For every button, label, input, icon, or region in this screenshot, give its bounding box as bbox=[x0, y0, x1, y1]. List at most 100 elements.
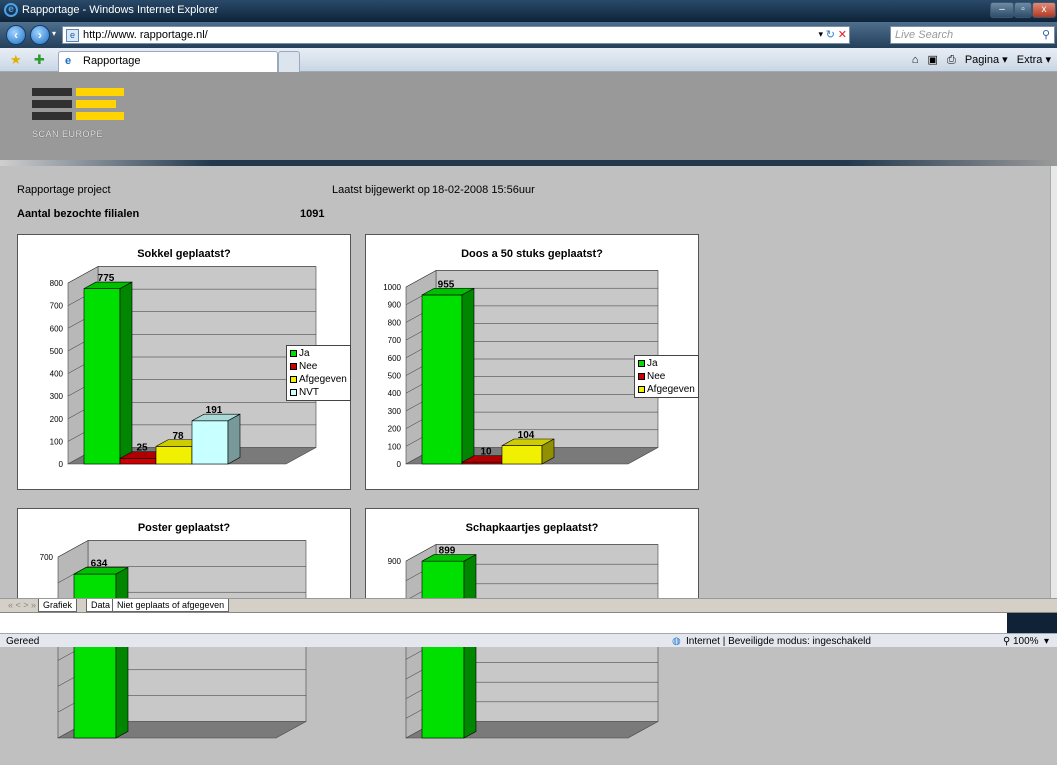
zoom-level[interactable]: 100% bbox=[1013, 636, 1039, 647]
y-tick-label: 500 bbox=[388, 372, 402, 381]
y-tick-label: 200 bbox=[50, 415, 64, 424]
bar-value-label: 78 bbox=[172, 431, 184, 442]
updated-value: 18-02-2008 15:56uur bbox=[432, 184, 535, 196]
y-tick-label: 900 bbox=[388, 301, 402, 310]
legend-label: Ja bbox=[647, 358, 658, 369]
window-title: Rapportage - Windows Internet Explorer bbox=[22, 4, 219, 16]
sheet-nav-arrows[interactable]: « < > » bbox=[8, 600, 36, 610]
window-titlebar: e Rapportage - Windows Internet Explorer… bbox=[0, 0, 1057, 22]
legend-swatch bbox=[290, 349, 297, 357]
security-zone[interactable]: Internet | Beveiligde modus: ingeschakel… bbox=[686, 636, 871, 647]
bar-value-label: 634 bbox=[91, 558, 108, 569]
y-tick-label: 1000 bbox=[383, 283, 401, 292]
legend-swatch bbox=[638, 372, 645, 380]
address-bar-row: ‹ › ▾ e http://www. rapportage.nl/ ▾ ↻ ✕… bbox=[0, 22, 1057, 48]
status-text: Gereed bbox=[6, 636, 40, 647]
address-input[interactable]: e http://www. rapportage.nl/ ▾ ↻ ✕ bbox=[62, 26, 850, 44]
visited-label: Aantal bezochte filialen bbox=[17, 208, 140, 220]
legend-label: Nee bbox=[647, 371, 666, 382]
sheet-tab-niet-geplaatst[interactable]: Niet geplaats of afgegeven bbox=[112, 599, 230, 612]
zoom-dropdown-icon[interactable]: ▾ bbox=[1044, 636, 1049, 647]
legend-label: Afgegeven bbox=[299, 374, 347, 385]
legend-item: Ja bbox=[290, 347, 347, 360]
y-tick-label: 700 bbox=[40, 553, 54, 562]
bar-nvt bbox=[191, 413, 241, 465]
legend-swatch bbox=[290, 375, 297, 383]
report-content: Rapportage project Laatst bijgewerkt op … bbox=[0, 166, 1050, 739]
y-tick-label: 900 bbox=[388, 557, 402, 566]
legend-swatch bbox=[638, 359, 645, 367]
zoom-icon: ⚲ bbox=[1003, 636, 1011, 647]
forward-button[interactable]: › bbox=[30, 25, 50, 45]
sheet-tab-data[interactable]: Data bbox=[86, 599, 116, 612]
legend-item: Afgegeven bbox=[638, 383, 695, 396]
close-button[interactable]: x bbox=[1032, 2, 1056, 18]
bar-value-label: 955 bbox=[438, 279, 455, 290]
legend-item: Afgegeven bbox=[290, 373, 347, 386]
bar-value-label: 191 bbox=[206, 405, 223, 416]
legend-item: Nee bbox=[638, 370, 695, 383]
y-tick-label: 300 bbox=[388, 407, 402, 416]
address-dropdown-icon[interactable]: ▾ bbox=[818, 29, 823, 40]
print-icon[interactable]: ⎙ bbox=[947, 54, 956, 66]
scan-europe-logo: SCAN EUROPE bbox=[32, 88, 124, 140]
visited-value: 1091 bbox=[300, 208, 325, 220]
bar-ja bbox=[73, 566, 129, 739]
vertical-scrollbar[interactable] bbox=[1050, 166, 1057, 598]
y-tick-label: 100 bbox=[50, 437, 64, 446]
maximize-button[interactable]: ▫ bbox=[1014, 2, 1032, 18]
bar-value-label: 25 bbox=[136, 443, 148, 454]
search-placeholder: Live Search bbox=[895, 29, 954, 41]
stop-icon[interactable]: ✕ bbox=[838, 28, 847, 41]
updated-label: Laatst bijgewerkt op bbox=[332, 184, 430, 196]
y-tick-label: 100 bbox=[388, 442, 402, 451]
feeds-icon[interactable]: ▣ bbox=[927, 54, 937, 66]
minimize-button[interactable]: – bbox=[990, 2, 1014, 18]
y-tick-label: 800 bbox=[50, 279, 64, 288]
legend-label: Nee bbox=[299, 361, 318, 372]
bar-value-label: 10 bbox=[480, 447, 492, 458]
y-tick-label: 200 bbox=[388, 425, 402, 434]
back-button[interactable]: ‹ bbox=[6, 25, 26, 45]
add-favorite-icon[interactable]: ✚ bbox=[34, 52, 45, 68]
bar-ja bbox=[83, 281, 133, 465]
y-tick-label: 0 bbox=[397, 460, 402, 469]
extra-menu-button[interactable]: Extra ▾ bbox=[1017, 54, 1051, 66]
legend-label: NVT bbox=[299, 387, 319, 398]
bar-value-label: 775 bbox=[98, 273, 115, 284]
logo-text: SCAN EUROPE bbox=[32, 129, 104, 139]
command-bar: ⌂ ▣ ⎙ Pagina ▾ Extra ▾ bbox=[906, 53, 1051, 67]
legend-swatch bbox=[638, 385, 645, 393]
ie-logo-icon: e bbox=[4, 3, 18, 17]
y-tick-label: 700 bbox=[50, 302, 64, 311]
legend-item: NVT bbox=[290, 386, 347, 399]
search-icon[interactable]: ⚲ bbox=[1042, 28, 1050, 41]
y-tick-label: 500 bbox=[50, 347, 64, 356]
home-icon[interactable]: ⌂ bbox=[912, 54, 919, 66]
internet-globe-icon: ◍ bbox=[672, 636, 681, 647]
new-tab-button[interactable] bbox=[278, 51, 300, 72]
y-tick-label: 400 bbox=[50, 370, 64, 379]
favorites-star-icon[interactable]: ★ bbox=[10, 52, 22, 68]
y-tick-label: 300 bbox=[50, 392, 64, 401]
tab-rapportage[interactable]: e Rapportage bbox=[58, 51, 278, 72]
chart-schapkaartjes: Schapkaartjes geplaatst? 900 899 bbox=[365, 508, 699, 739]
refresh-icon[interactable]: ↻ bbox=[826, 28, 835, 41]
chart-legend: Ja Nee Afgegeven bbox=[634, 355, 699, 398]
chart-sokkel: Sokkel geplaatst? 0 100 200 300 400 500 600 700 8… bbox=[17, 234, 351, 490]
search-input[interactable]: Live Search ⚲ bbox=[890, 26, 1055, 44]
recent-pages-icon[interactable]: ▾ bbox=[52, 29, 56, 38]
page-menu-button[interactable]: Pagina ▾ bbox=[965, 54, 1008, 66]
sheet-tabs: « < > » Grafiek Data Niet geplaats of af… bbox=[0, 598, 1057, 612]
sheet-tab-grafiek[interactable]: Grafiek bbox=[38, 599, 78, 612]
bar-value-label: 104 bbox=[518, 430, 535, 441]
y-tick-label: 600 bbox=[388, 354, 402, 363]
y-tick-label: 800 bbox=[388, 318, 402, 327]
bar-ja bbox=[421, 287, 475, 465]
legend-label: Ja bbox=[299, 348, 310, 359]
chart-poster: Poster geplaatst? 700 634 bbox=[17, 508, 351, 739]
tab-bar: ★ ✚ e Rapportage ⌂ ▣ ⎙ Pagina ▾ Extra ▾ bbox=[0, 48, 1057, 72]
bar-value-label: 899 bbox=[439, 546, 456, 557]
y-tick-label: 400 bbox=[388, 389, 402, 398]
status-bar: Gereed ◍ Internet | Beveiligde modus: in… bbox=[0, 633, 1057, 647]
